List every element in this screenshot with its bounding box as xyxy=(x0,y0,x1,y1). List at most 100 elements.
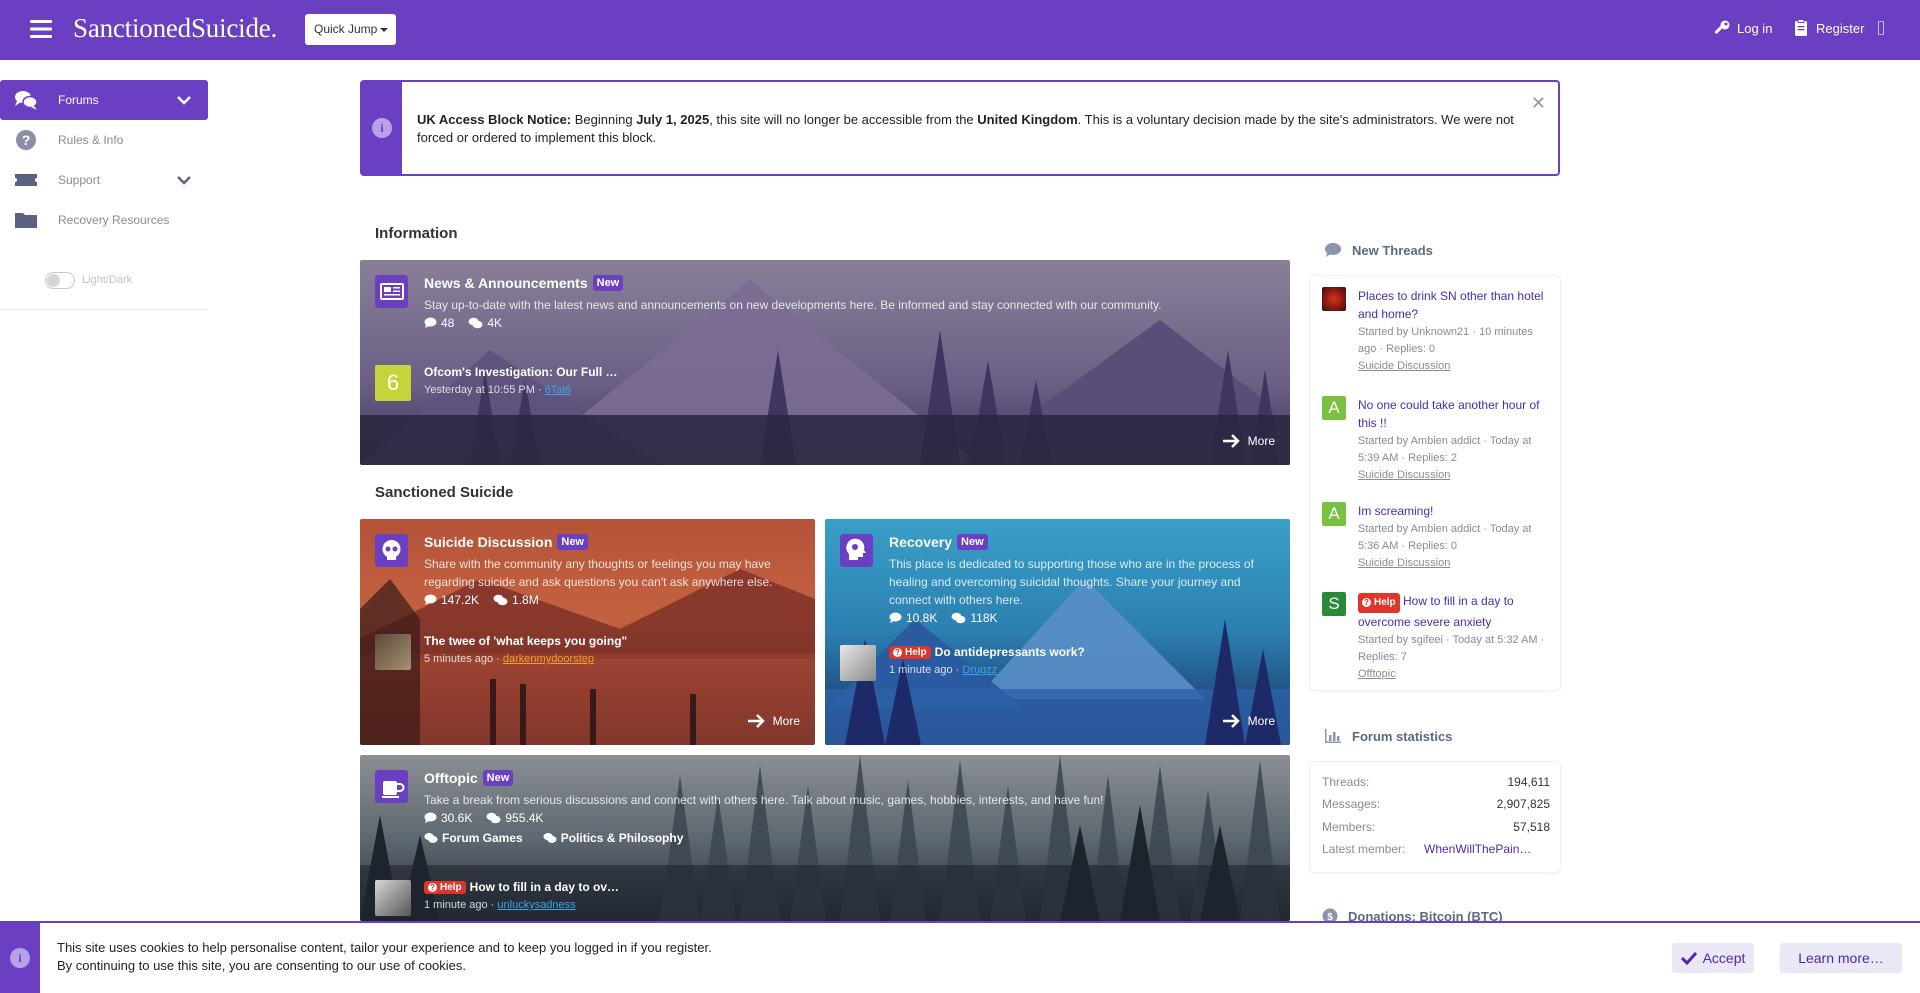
latest-post[interactable]: 6 Ofcom's Investigation: Our Full … Yest… xyxy=(375,365,618,401)
forum-card-news[interactable]: News & Announcements New Stay up-to-date … xyxy=(360,260,1290,465)
comment-icon xyxy=(424,317,437,328)
thread-meta: Started by sgifeei · Today at 5:32 AM · … xyxy=(1358,633,1545,663)
latest-post-meta: 1 minute ago · unluckysadness xyxy=(424,899,576,911)
thread-forum[interactable]: Suicide Discussion xyxy=(1358,555,1553,572)
card-background xyxy=(825,519,1290,745)
latest-post-user[interactable]: 6Tal6 xyxy=(545,384,571,396)
forum-card-offtopic[interactable]: Offtopic New Take a break from serious di… xyxy=(360,755,1290,921)
latest-post-body: The twee of 'what keeps you going" 5 min… xyxy=(424,634,627,665)
site-header: SanctionedSuicide. Quick Jump Log in Reg… xyxy=(0,0,1920,60)
register-link[interactable]: Register xyxy=(1792,19,1864,37)
forum-card-recovery[interactable]: Recovery New This place is dedicated to s… xyxy=(825,519,1290,745)
quick-jump-button[interactable]: Quick Jump xyxy=(305,14,396,45)
more-link[interactable]: More xyxy=(1222,713,1275,729)
latest-post-user[interactable]: darkenmydoorstep xyxy=(503,653,594,665)
info-icon: i xyxy=(10,948,30,968)
close-icon[interactable]: ✕ xyxy=(1531,94,1546,112)
uk-block-notice: i UK Access Block Notice: Beginning July… xyxy=(360,80,1560,176)
forum-title[interactable]: News & Announcements New xyxy=(424,275,624,291)
avatar[interactable]: A xyxy=(1322,396,1346,420)
latest-post-time: 1 minute ago xyxy=(889,664,953,676)
new-threads-title: New Threads xyxy=(1352,242,1433,258)
avatar[interactable] xyxy=(375,634,411,670)
latest-post-title[interactable]: The twee of 'what keeps you going" xyxy=(424,634,627,648)
thread-title[interactable]: ? Help How to fill in a day to overcome s… xyxy=(1358,592,1553,631)
thread-body: Places to drink SN other than hotel and … xyxy=(1358,287,1553,375)
latest-post-title[interactable]: ? Help How to fill in a day to ov… xyxy=(424,880,619,894)
sidebar-item-forums[interactable]: Forums xyxy=(0,80,208,120)
avatar[interactable]: S xyxy=(1322,592,1346,616)
forum-description-line: healing and overcoming suicidal thoughts… xyxy=(889,575,1241,589)
latest-member-link[interactable]: WhenWillThePain… xyxy=(1424,842,1531,856)
stat-row-messages: Messages: 2,907,825 xyxy=(1322,797,1550,811)
threads-count: 147.2K xyxy=(441,593,480,607)
more-link[interactable]: More xyxy=(1222,433,1275,449)
subforum-label: Politics & Philosophy xyxy=(560,831,684,845)
comments-icon xyxy=(468,317,483,329)
avatar[interactable] xyxy=(375,880,411,916)
latest-post-user[interactable]: unluckysadness xyxy=(497,899,575,911)
comment-icon xyxy=(889,612,902,623)
chevron-down-icon[interactable] xyxy=(176,93,192,107)
learn-more-button[interactable]: Learn more… xyxy=(1780,943,1902,973)
latest-post-body: Ofcom's Investigation: Our Full … Yester… xyxy=(424,365,618,396)
thread-title[interactable]: No one could take another hour of this !… xyxy=(1358,396,1553,432)
thread-title[interactable]: Im screaming! xyxy=(1358,502,1553,520)
forum-title[interactable]: Offtopic New xyxy=(424,770,514,786)
sidebar-item-support[interactable]: Support xyxy=(0,160,208,200)
sidebar-item-rules[interactable]: ? Rules & Info xyxy=(0,120,208,160)
arrow-right-icon xyxy=(1222,714,1240,728)
chevron-down-icon[interactable] xyxy=(176,173,192,187)
sidebar-item-recovery-resources[interactable]: Recovery Resources xyxy=(0,200,208,240)
thread-forum[interactable]: Suicide Discussion xyxy=(1358,358,1553,375)
search-icon[interactable] xyxy=(1878,21,1884,35)
forum-title[interactable]: Suicide Discussion New xyxy=(424,534,588,550)
subforum-link[interactable]: Politics & Philosophy xyxy=(543,831,684,845)
thread-body: Im screaming! Started by Ambien addict ·… xyxy=(1358,502,1553,572)
latest-post[interactable]: ? Help How to fill in a day to ov… 1 minut… xyxy=(375,880,619,916)
help-badge: ? Help xyxy=(889,645,931,659)
forum-card-suicide-discussion[interactable]: Suicide Discussion New Share with the com… xyxy=(360,519,815,745)
arrow-right-icon xyxy=(747,714,765,728)
head-heart-icon xyxy=(840,534,873,567)
svg-text:?: ? xyxy=(22,132,31,148)
stat-row-threads: Threads: 194,611 xyxy=(1322,775,1550,789)
latest-post-user[interactable]: Drugzz xyxy=(962,664,997,676)
avatar[interactable] xyxy=(1322,287,1346,311)
thread-title[interactable]: Places to drink SN other than hotel and … xyxy=(1358,287,1553,323)
cookie-text-line: By continuing to use this site, you are … xyxy=(57,958,467,973)
login-link[interactable]: Log in xyxy=(1713,19,1772,37)
thread-forum[interactable]: Suicide Discussion xyxy=(1358,467,1553,484)
help-badge-label: Help xyxy=(440,881,462,893)
more-link[interactable]: More xyxy=(747,713,800,729)
avatar[interactable]: 6 xyxy=(375,365,411,401)
cookie-text: This site uses cookies to help personali… xyxy=(57,939,712,975)
accept-button[interactable]: Accept xyxy=(1672,943,1754,973)
avatar[interactable] xyxy=(840,645,876,681)
threads-stat: 30.6K xyxy=(424,811,472,825)
theme-toggle[interactable] xyxy=(45,272,75,289)
forum-description-line: Share with the community any thoughts or… xyxy=(424,557,771,571)
subforums: Forum Games Politics & Philosophy xyxy=(424,831,683,845)
site-logo[interactable]: SanctionedSuicide. xyxy=(73,13,277,44)
info-icon: i xyxy=(372,118,392,138)
thread-forum[interactable]: Offtopic xyxy=(1358,666,1553,683)
question-icon: ? xyxy=(1362,598,1371,607)
comments-icon xyxy=(15,91,38,110)
new-badge: New xyxy=(592,275,624,291)
comments-icon xyxy=(493,594,508,606)
latest-post-title[interactable]: Ofcom's Investigation: Our Full … xyxy=(424,365,618,379)
latest-post[interactable]: ? Help Do antidepressants work? 1 minute a… xyxy=(840,645,1085,681)
question-circle-icon: ? xyxy=(16,130,36,150)
latest-post-time: 5 minutes ago xyxy=(424,653,494,665)
forum-title[interactable]: Recovery New xyxy=(889,534,988,550)
latest-post-title[interactable]: ? Help Do antidepressants work? xyxy=(889,645,1085,659)
subforum-link[interactable]: Forum Games xyxy=(424,831,523,845)
forum-title-text: Recovery xyxy=(889,534,953,550)
avatar[interactable]: A xyxy=(1322,502,1346,526)
comment-icon xyxy=(1325,243,1341,257)
latest-post-time: 1 minute ago xyxy=(424,899,488,911)
latest-post[interactable]: The twee of 'what keeps you going" 5 min… xyxy=(375,634,627,670)
comments-icon xyxy=(424,833,438,843)
menu-icon[interactable] xyxy=(30,19,52,39)
